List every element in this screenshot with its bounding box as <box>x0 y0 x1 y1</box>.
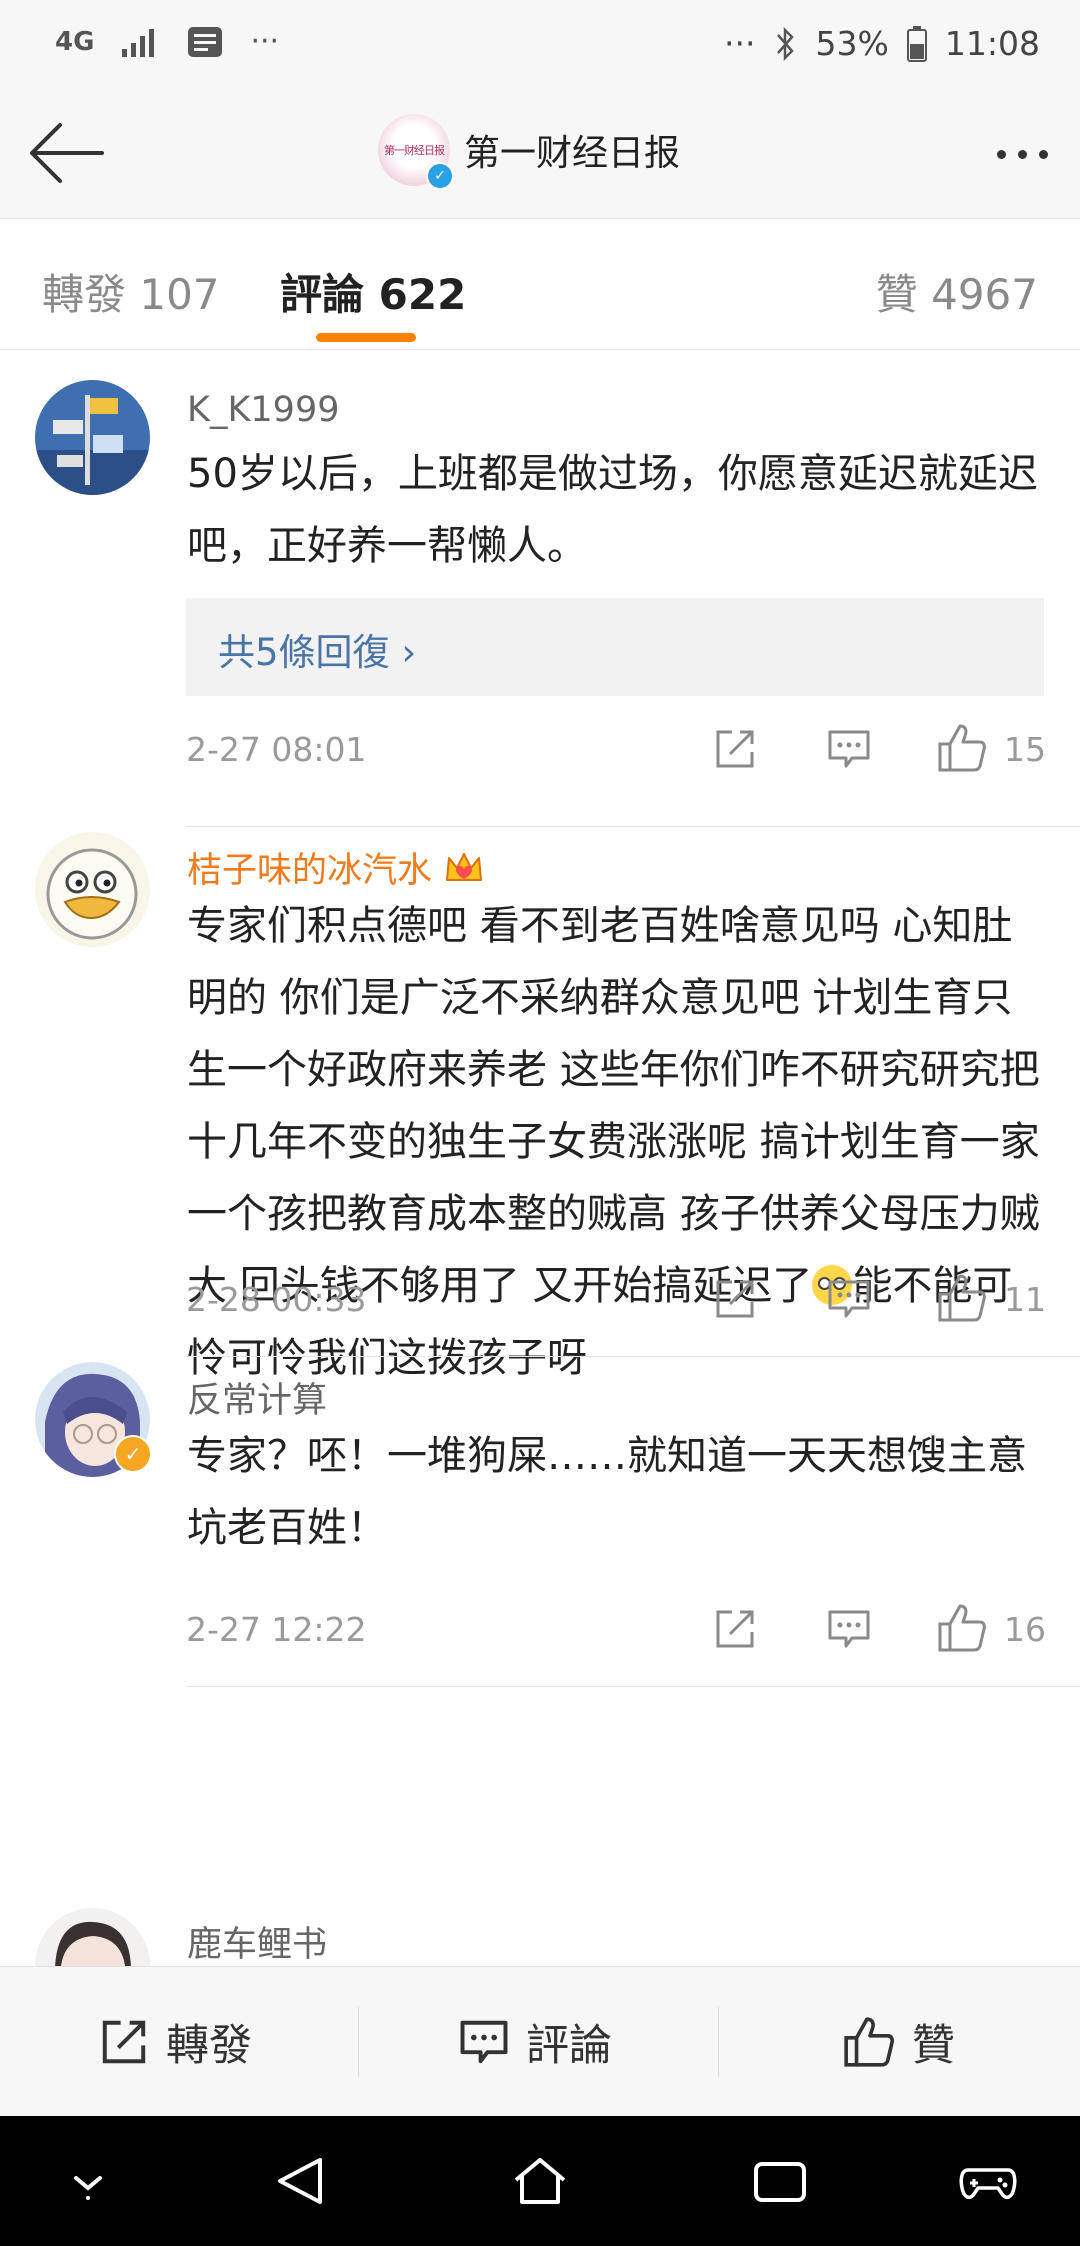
comment-icon[interactable] <box>826 1276 872 1322</box>
verified-icon: ✓ <box>426 162 454 190</box>
tab-reposts[interactable]: 轉發 107 <box>42 261 220 322</box>
comment-time: 2-28 00:33 <box>186 1280 367 1319</box>
account-logo-text: 第一财经日报 <box>384 144 445 157</box>
comment-username[interactable]: K_K1999 <box>187 390 339 430</box>
like-count: 15 <box>1004 730 1046 769</box>
like-count: 16 <box>1004 1610 1046 1649</box>
tab-likes[interactable]: 贊 4967 <box>876 261 1038 322</box>
notification-icon <box>188 26 223 57</box>
divider <box>186 1686 1080 1687</box>
divider <box>718 2007 719 2077</box>
replies-label: 共5條回復 › <box>218 631 417 674</box>
tab-bar: 轉發 107 評論 622 贊 4967 <box>0 219 1080 350</box>
thumbs-up-icon[interactable] <box>936 722 988 774</box>
dot-icon <box>997 149 1006 159</box>
chevron-right-icon: › <box>401 631 417 674</box>
battery-percent: 53% <box>815 24 889 63</box>
back-arrow-icon <box>30 123 104 183</box>
replies-button[interactable]: 共5條回復 › <box>186 598 1044 696</box>
app-header: 第一财经日报 ✓ 第一财经日报 <box>0 90 1080 219</box>
status-bar: 4G ··· ··· 53% 11:08 <box>0 0 1080 90</box>
back-nav-icon[interactable] <box>272 2154 332 2208</box>
account-avatar: 第一财经日报 ✓ <box>378 114 454 190</box>
avatar[interactable] <box>35 832 150 947</box>
bottom-action-bar: 轉發 評論 贊 <box>0 1966 1080 2117</box>
comment-actions: 2-27 08:01 15 <box>186 722 1046 782</box>
comment-time: 2-27 08:01 <box>186 730 367 769</box>
verified-icon: ✓ <box>114 1435 152 1473</box>
thumbs-up-icon <box>844 2017 895 2067</box>
share-icon[interactable] <box>712 726 758 772</box>
game-controller-icon[interactable] <box>958 2154 1018 2208</box>
avatar[interactable]: ✓ <box>35 1362 152 1477</box>
like-label: 贊 <box>912 2021 955 2071</box>
system-nav-bar <box>0 2116 1080 2246</box>
divider <box>358 2007 359 2077</box>
share-icon <box>102 2020 146 2064</box>
comment-text: 专家？呸！一堆狗屎……就知道一天天想馊主意坑老百姓！ <box>187 1433 1027 1551</box>
signal-icon <box>122 28 155 57</box>
tab-comments[interactable]: 評論 622 <box>280 261 466 322</box>
more-options-button[interactable] <box>978 134 1048 174</box>
divider <box>186 826 1080 827</box>
dot-icon <box>1039 149 1048 159</box>
network-4g-icon: 4G <box>55 26 95 57</box>
share-icon[interactable] <box>712 1606 758 1652</box>
clock: 11:08 <box>944 24 1040 63</box>
comment-button[interactable]: 評論 <box>458 2011 612 2073</box>
divider <box>186 1356 1080 1357</box>
comment-time: 2-27 12:22 <box>186 1610 367 1649</box>
account-title[interactable]: 第一财经日报 ✓ 第一财经日报 <box>378 114 681 190</box>
repost-label: 轉發 <box>166 2021 252 2071</box>
like-count: 11 <box>1004 1280 1046 1319</box>
like-button[interactable]: 贊 <box>842 2011 955 2073</box>
avatar[interactable] <box>35 380 150 495</box>
thumbs-up-icon[interactable] <box>936 1602 988 1654</box>
comment-icon[interactable] <box>826 726 872 772</box>
dot-icon <box>1018 149 1027 159</box>
comment-username[interactable]: 反常计算 <box>187 1372 327 1423</box>
comment-icon <box>460 2020 508 2064</box>
bluetooth-icon <box>776 26 794 61</box>
comment-text: 50岁以后，上班都是做过场，你愿意延迟就延迟吧，正好养一帮懒人。 <box>187 451 1038 569</box>
active-tab-indicator <box>316 333 416 342</box>
more-notifications-icon: ··· <box>250 24 280 59</box>
back-button[interactable] <box>28 118 108 188</box>
comment-icon[interactable] <box>826 1606 872 1652</box>
thumbs-up-icon[interactable] <box>936 1272 988 1324</box>
comment-actions: 2-28 00:33 11 <box>186 1272 1046 1332</box>
more-status-icon: ··· <box>724 24 756 63</box>
repost-button[interactable]: 轉發 <box>98 2011 252 2073</box>
comment-actions: 2-27 12:22 16 <box>186 1602 1046 1662</box>
vip-crown-icon <box>446 853 483 881</box>
share-icon[interactable] <box>712 1276 758 1322</box>
home-icon[interactable] <box>510 2154 570 2208</box>
page-title: 第一财经日报 <box>464 133 681 174</box>
battery-icon <box>906 25 927 62</box>
comment-username[interactable]: 桔子味的冰汽水 <box>187 842 485 893</box>
chevron-down-icon[interactable] <box>58 2154 118 2208</box>
comment-label: 評論 <box>526 2021 612 2071</box>
recent-apps-icon[interactable] <box>750 2154 810 2208</box>
comment-username[interactable]: 鹿车鲤书 <box>187 1916 327 1967</box>
